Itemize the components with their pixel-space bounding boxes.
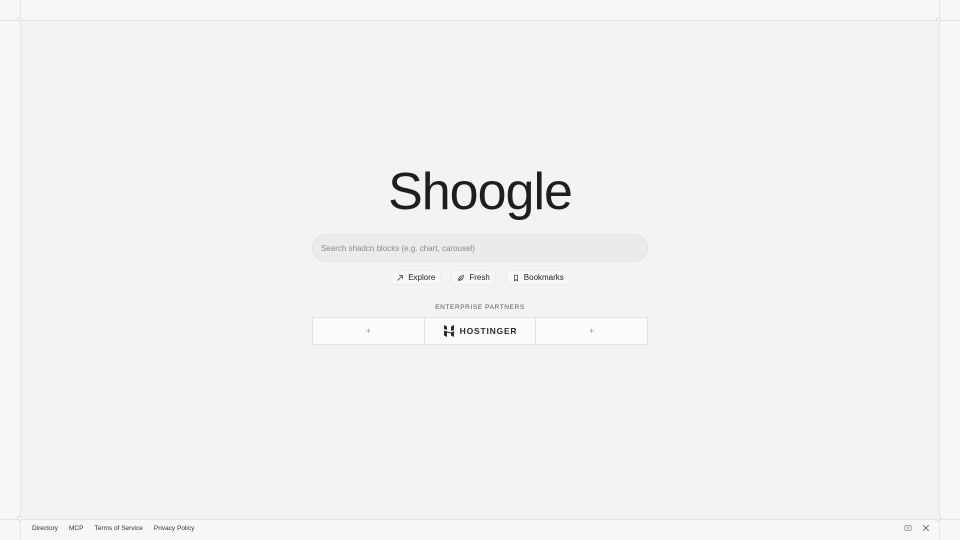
plus-icon: + — [365, 326, 371, 336]
hostinger-name: HOSTINGER — [459, 326, 518, 336]
partner-slot-left[interactable]: + — [313, 318, 425, 344]
search-bar[interactable] — [312, 234, 648, 262]
partners-row: + HOSTINGER + — [312, 317, 648, 345]
bookmark-icon — [513, 274, 518, 282]
footer-link-directory[interactable]: Directory — [32, 525, 58, 532]
x-logo-icon[interactable] — [922, 524, 930, 532]
leaf-icon — [458, 274, 465, 281]
frame-line-bottom — [0, 519, 960, 520]
partners-heading: ENTERPRISE PARTNERS — [435, 304, 525, 311]
footer-link-mcp[interactable]: MCP — [69, 525, 83, 532]
partner-slot-right[interactable]: + — [536, 318, 647, 344]
footer-links: Directory MCP Terms of Service Privacy P… — [32, 525, 194, 532]
card-icon[interactable] — [904, 524, 912, 532]
bookmarks-button[interactable]: Bookmarks — [505, 270, 570, 285]
page-title: Shoogle — [388, 163, 573, 221]
bookmarks-label: Bookmarks — [523, 273, 564, 282]
fresh-label: Fresh — [469, 273, 490, 282]
compass-arrow-icon — [397, 274, 404, 281]
footer-link-terms[interactable]: Terms of Service — [94, 525, 142, 532]
plus-icon: + — [589, 326, 595, 336]
search-input[interactable] — [321, 243, 639, 253]
quick-links: Explore Fresh Bookmarks — [0, 270, 960, 285]
explore-button[interactable]: Explore — [390, 270, 442, 285]
explore-label: Explore — [408, 273, 436, 282]
footer-link-privacy[interactable]: Privacy Policy — [154, 525, 194, 532]
hostinger-logo-icon — [443, 325, 454, 337]
footer-icons — [904, 524, 930, 532]
partner-hostinger[interactable]: HOSTINGER — [425, 318, 537, 344]
fresh-button[interactable]: Fresh — [451, 270, 496, 285]
